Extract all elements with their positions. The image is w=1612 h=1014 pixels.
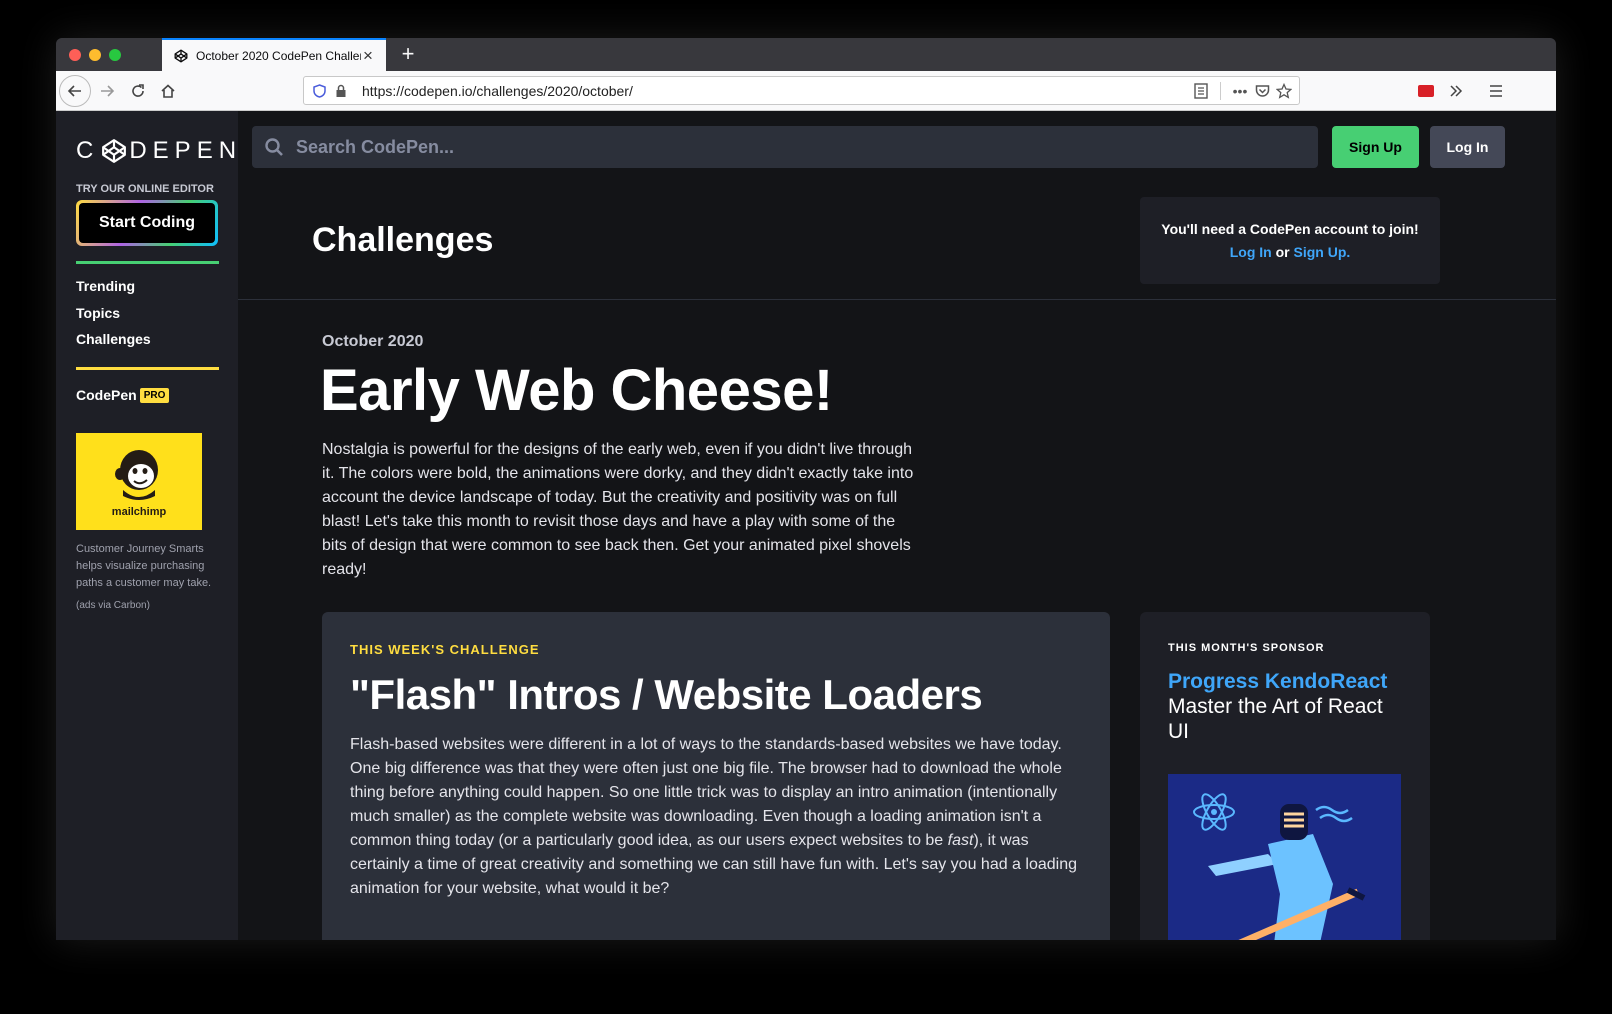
sponsor-label: THIS MONTH'S SPONSOR: [1168, 642, 1325, 654]
browser-tab-active[interactable]: October 2020 CodePen Challen ×: [162, 38, 386, 71]
weekly-challenge-label: THIS WEEK'S CHALLENGE: [350, 642, 540, 657]
window-close-button[interactable]: [69, 49, 81, 61]
mailchimp-freddie-icon: [115, 449, 158, 500]
search-bar[interactable]: Search CodePen...: [252, 126, 1318, 168]
new-tab-button[interactable]: +: [396, 41, 420, 67]
ad-via-carbon[interactable]: (ads via Carbon): [76, 600, 150, 611]
weekly-challenge-title: "Flash" Intros / Website Loaders: [350, 671, 983, 718]
sidebar-divider-green: [76, 261, 219, 264]
back-arrow-icon: [67, 85, 81, 97]
codepen-page: C DEPEN TRY OUR ONLINE EDITOR Start Codi…: [56, 111, 1556, 940]
overflow-menu-button[interactable]: [1441, 76, 1471, 106]
sponsor-name-link[interactable]: Progress KendoReact: [1168, 670, 1402, 694]
sidebar-item-topics[interactable]: Topics: [76, 305, 120, 321]
home-icon: [161, 84, 175, 98]
join-period: .: [1346, 243, 1351, 260]
log-in-button[interactable]: Log In: [1430, 126, 1505, 168]
chevron-double-right-icon: [1450, 85, 1463, 97]
sidebar-item-challenges[interactable]: Challenges: [76, 331, 151, 347]
bookmark-star-icon[interactable]: [1273, 80, 1295, 102]
challenge-month: October 2020: [322, 333, 424, 350]
window-minimize-button[interactable]: [89, 49, 101, 61]
forward-arrow-icon: [101, 85, 115, 97]
reload-icon: [132, 84, 144, 97]
sign-up-button[interactable]: Sign Up: [1332, 126, 1419, 168]
search-icon: [264, 137, 284, 157]
join-log-in-link[interactable]: Log In: [1230, 244, 1272, 260]
join-notice: You'll need a CodePen account to join! L…: [1140, 197, 1440, 284]
reload-button[interactable]: [123, 76, 153, 106]
ad-description[interactable]: Customer Journey Smarts helps visualize …: [76, 541, 216, 592]
navigation-toolbar: https://codepen.io/challenges/2020/octob…: [56, 71, 1556, 111]
tab-title: October 2020 CodePen Challen: [196, 48, 361, 63]
sponsor-illustration[interactable]: [1168, 774, 1401, 940]
sidebar-divider-yellow: [76, 367, 219, 370]
hamburger-menu-icon: [1490, 85, 1502, 97]
kendo-ninja-illustration-icon: [1168, 774, 1401, 940]
join-or-text: or: [1275, 243, 1290, 260]
sidebar: C DEPEN TRY OUR ONLINE EDITOR Start Codi…: [56, 111, 238, 940]
weekly-challenge-card: THIS WEEK'S CHALLENGE "Flash" Intros / W…: [322, 612, 1110, 940]
tab-close-icon[interactable]: ×: [363, 47, 373, 64]
sidebar-item-trending[interactable]: Trending: [76, 278, 135, 294]
start-coding-button[interactable]: Start Coding: [76, 200, 218, 246]
weekly-challenge-body: Flash-based websites were different in a…: [350, 733, 1085, 901]
tracking-shield-icon[interactable]: [308, 80, 330, 102]
sponsor-card: THIS MONTH'S SPONSOR Progress KendoReact…: [1140, 612, 1430, 940]
sponsor-tagline: Master the Art of React UI: [1168, 695, 1383, 743]
tab-strip: October 2020 CodePen Challen × +: [56, 38, 1556, 71]
logo-letter-c: C: [76, 137, 100, 164]
join-links: Log In or Sign Up.: [1230, 241, 1351, 264]
start-coding-label: Start Coding: [79, 203, 215, 243]
forward-button[interactable]: [92, 76, 122, 106]
search-input[interactable]: Search CodePen...: [296, 137, 454, 158]
urlbar-separator: [1220, 81, 1221, 100]
codepen-pro-label: CodePen: [76, 387, 137, 403]
browser-window: October 2020 CodePen Challen × + https:/…: [56, 38, 1556, 940]
url-text[interactable]: https://codepen.io/challenges/2020/octob…: [362, 83, 633, 99]
logo-letters-depen: DEPEN: [129, 137, 243, 164]
sponsor-ad-image[interactable]: mailchimp: [76, 433, 202, 530]
page-title: Challenges: [312, 221, 494, 259]
try-editor-label: TRY OUR ONLINE EDITOR: [76, 183, 214, 195]
pocket-icon[interactable]: [1251, 80, 1273, 102]
join-sign-up-link[interactable]: Sign Up: [1294, 244, 1347, 260]
extension-icon: [1418, 85, 1434, 97]
back-button[interactable]: [59, 75, 91, 107]
ad-brand-name: mailchimp: [111, 505, 167, 518]
header-divider: [238, 299, 1556, 300]
codepen-favicon-icon: [174, 49, 188, 63]
home-button[interactable]: [153, 76, 183, 106]
lock-icon[interactable]: [330, 80, 352, 102]
codepen-logo-icon: [101, 138, 127, 164]
more-actions-icon[interactable]: •••: [1229, 80, 1251, 102]
body-emphasis: fast: [947, 832, 974, 849]
join-text: You'll need a CodePen account to join!: [1161, 220, 1419, 237]
window-maximize-button[interactable]: [109, 49, 121, 61]
challenge-theme-title: Early Web Cheese!: [320, 358, 833, 423]
challenge-intro: Nostalgia is powerful for the designs of…: [322, 441, 914, 578]
codepen-logo[interactable]: C DEPEN: [76, 137, 242, 165]
reader-view-icon[interactable]: [1190, 80, 1212, 102]
pro-badge: PRO: [139, 387, 170, 403]
address-bar[interactable]: https://codepen.io/challenges/2020/octob…: [303, 76, 1300, 105]
app-menu-button[interactable]: [1481, 76, 1511, 106]
codepen-pro-link[interactable]: CodePen PRO: [76, 387, 170, 403]
extension-button[interactable]: [1411, 76, 1441, 106]
